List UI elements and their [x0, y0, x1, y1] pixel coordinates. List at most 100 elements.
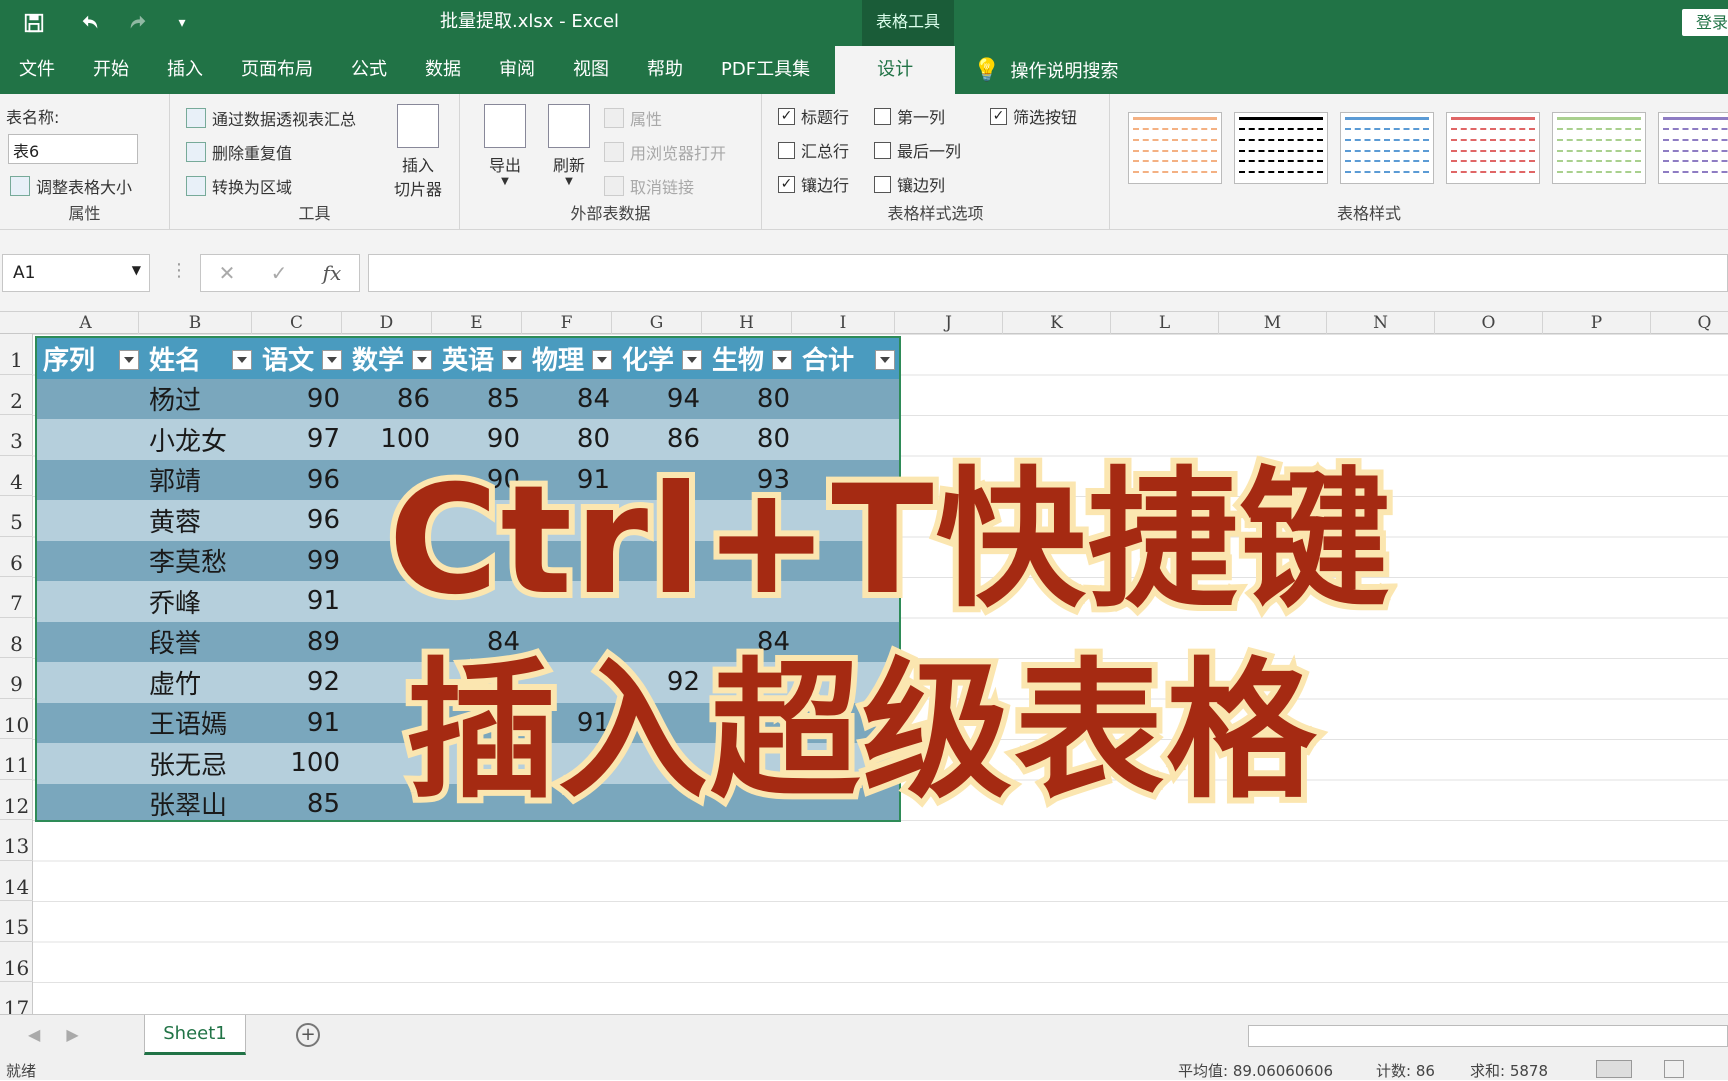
table-cell[interactable]: 王语嫣: [143, 703, 256, 744]
table-cell[interactable]: [526, 622, 616, 663]
row-header-5[interactable]: 5: [0, 496, 33, 537]
tab-review[interactable]: 审阅: [480, 46, 554, 94]
filter-dropdown-icon[interactable]: [502, 350, 522, 370]
table-cell[interactable]: [346, 460, 436, 501]
table-cell[interactable]: [436, 784, 526, 821]
row-header-15[interactable]: 15: [0, 901, 33, 942]
insert-slicer-button[interactable]: 插入 切片器: [388, 104, 448, 200]
table-cell[interactable]: 84: [436, 622, 526, 663]
tab-page-layout[interactable]: 页面布局: [222, 46, 332, 94]
filter-dropdown-icon[interactable]: [772, 350, 792, 370]
table-cell[interactable]: 94: [616, 379, 706, 420]
table-cell[interactable]: [37, 784, 143, 821]
filter-dropdown-icon[interactable]: [592, 350, 612, 370]
redo-icon[interactable]: [120, 5, 156, 41]
table-cell[interactable]: 96: [256, 460, 346, 501]
table-cell[interactable]: 86: [616, 419, 706, 460]
tab-data[interactable]: 数据: [406, 46, 480, 94]
table-cell[interactable]: 91: [526, 703, 616, 744]
customize-toolbar-icon[interactable]: ▾: [164, 5, 200, 41]
table-cell[interactable]: 91: [256, 581, 346, 622]
table-cell[interactable]: [37, 500, 143, 541]
table-header-cell[interactable]: 化学: [616, 338, 706, 379]
table-cell[interactable]: 杨过: [143, 379, 256, 420]
row-header-3[interactable]: 3: [0, 415, 33, 456]
column-header-Q[interactable]: Q: [1651, 312, 1728, 334]
column-header-G[interactable]: G: [612, 312, 702, 334]
table-cell[interactable]: [37, 581, 143, 622]
column-header-B[interactable]: B: [139, 312, 252, 334]
row-header-13[interactable]: 13: [0, 820, 33, 861]
filter-button-checkbox[interactable]: ✓ 筛选按钮: [990, 104, 1077, 128]
table-cell[interactable]: [346, 662, 436, 703]
table-cell[interactable]: [616, 743, 706, 784]
table-cell[interactable]: 93: [706, 460, 796, 501]
table-cell[interactable]: [37, 743, 143, 784]
table-cell[interactable]: [616, 622, 706, 663]
table-cell[interactable]: [346, 622, 436, 663]
table-cell[interactable]: 80: [706, 419, 796, 460]
column-header-N[interactable]: N: [1327, 312, 1435, 334]
table-cell[interactable]: [346, 784, 436, 821]
table-cell[interactable]: [616, 581, 706, 622]
normal-view-icon[interactable]: [1596, 1060, 1632, 1078]
table-cell[interactable]: [616, 703, 706, 744]
table-cell[interactable]: 85: [256, 784, 346, 821]
table-cell[interactable]: 90: [256, 379, 346, 420]
login-button[interactable]: 登录: [1682, 9, 1728, 36]
convert-to-range-button[interactable]: 转换为区域: [186, 174, 292, 198]
column-header-I[interactable]: I: [792, 312, 895, 334]
prev-sheet-icon[interactable]: ◀: [28, 1025, 40, 1044]
table-style-swatch[interactable]: [1658, 112, 1728, 184]
table-name-input[interactable]: 表6: [8, 134, 138, 164]
table-cell[interactable]: 100: [346, 419, 436, 460]
filter-dropdown-icon[interactable]: [412, 350, 432, 370]
table-cell[interactable]: [526, 662, 616, 703]
table-cell[interactable]: [436, 500, 526, 541]
table-cell[interactable]: [526, 541, 616, 582]
table-cell[interactable]: [706, 703, 796, 744]
first-column-checkbox[interactable]: 第一列: [874, 104, 945, 128]
row-header-14[interactable]: 14: [0, 861, 33, 901]
column-header-J[interactable]: J: [895, 312, 1003, 334]
table-cell[interactable]: 84: [706, 622, 796, 663]
page-layout-view-icon[interactable]: [1664, 1060, 1684, 1078]
column-header-P[interactable]: P: [1543, 312, 1651, 334]
table-header-cell[interactable]: 英语: [436, 338, 526, 379]
table-cell[interactable]: [436, 541, 526, 582]
table-cell[interactable]: [616, 460, 706, 501]
table-cell[interactable]: 乔峰: [143, 581, 256, 622]
enter-icon[interactable]: ✓: [271, 261, 288, 285]
table-cell[interactable]: [796, 379, 899, 420]
undo-icon[interactable]: [72, 5, 108, 41]
table-cell[interactable]: [796, 419, 899, 460]
tab-pdf-tools[interactable]: PDF工具集: [702, 46, 829, 94]
column-header-K[interactable]: K: [1003, 312, 1111, 334]
name-box[interactable]: A1 ▼: [2, 254, 150, 292]
row-header-12[interactable]: 12: [0, 780, 33, 820]
table-cell[interactable]: [616, 784, 706, 821]
table-cell[interactable]: [37, 541, 143, 582]
tell-me-search[interactable]: 💡 操作说明搜索: [973, 57, 1118, 83]
table-cell[interactable]: [526, 743, 616, 784]
table-cell[interactable]: 100: [256, 743, 346, 784]
column-header-O[interactable]: O: [1435, 312, 1543, 334]
table-cell[interactable]: 92: [256, 662, 346, 703]
table-cell[interactable]: [706, 743, 796, 784]
table-cell[interactable]: [796, 500, 899, 541]
save-icon[interactable]: [16, 5, 52, 41]
table-cell[interactable]: [346, 581, 436, 622]
table-cell[interactable]: [796, 541, 899, 582]
filter-dropdown-icon[interactable]: [119, 350, 139, 370]
column-header-M[interactable]: M: [1219, 312, 1327, 334]
table-cell[interactable]: [346, 743, 436, 784]
table-cell[interactable]: 虚竹: [143, 662, 256, 703]
table-cell[interactable]: 97: [256, 419, 346, 460]
table-cell[interactable]: [706, 581, 796, 622]
table-style-swatch[interactable]: [1234, 112, 1328, 184]
table-header-cell[interactable]: 姓名: [143, 338, 256, 379]
header-row-checkbox[interactable]: ✓ 标题行: [778, 104, 849, 128]
pivot-summary-button[interactable]: 通过数据透视表汇总: [186, 106, 356, 130]
row-header-8[interactable]: 8: [0, 618, 33, 658]
column-header-D[interactable]: D: [342, 312, 432, 334]
